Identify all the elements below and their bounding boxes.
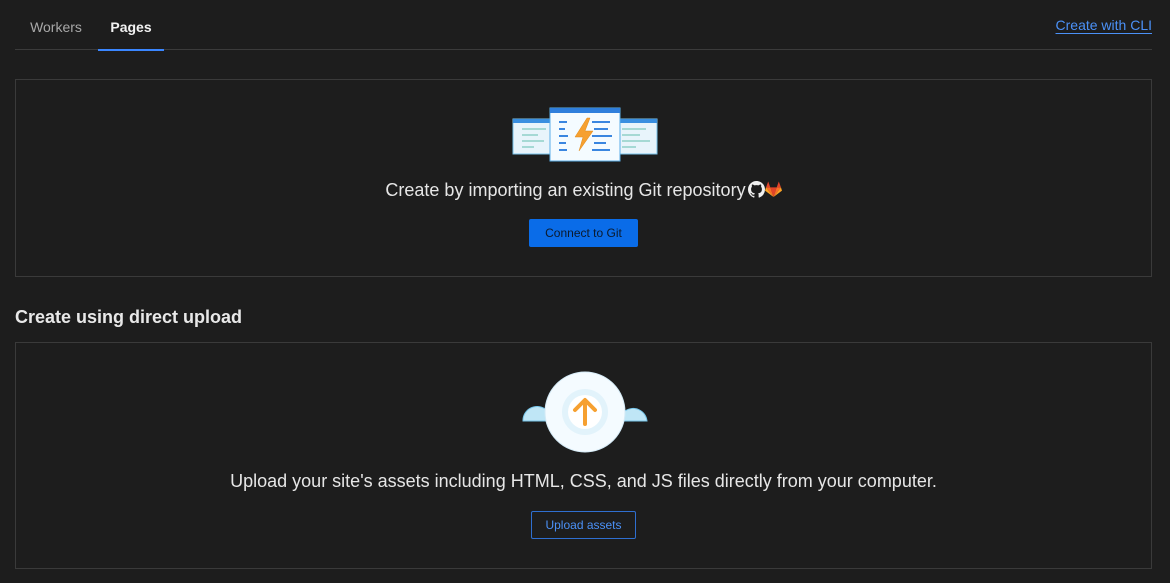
tab-pages[interactable]: Pages <box>98 0 164 51</box>
create-with-cli-link[interactable]: Create with CLI <box>1056 17 1152 33</box>
tab-workers[interactable]: Workers <box>15 0 97 50</box>
github-icon <box>747 181 765 198</box>
git-import-description: Create by importing an existing Git repo… <box>385 180 746 200</box>
direct-upload-title: Create using direct upload <box>15 307 243 327</box>
direct-upload-description: Upload your site's assets including HTML… <box>230 471 937 491</box>
git-import-illustration <box>512 107 658 162</box>
git-import-card: Create by importing an existing Git repo… <box>15 79 1152 277</box>
gitlab-icon <box>764 181 782 197</box>
direct-upload-card: Upload your site's assets including HTML… <box>15 342 1152 569</box>
connect-to-git-button[interactable]: Connect to Git <box>529 219 638 247</box>
upload-assets-button[interactable]: Upload assets <box>531 511 636 539</box>
tab-bar: Workers Pages Create with CLI <box>15 0 1152 51</box>
git-import-text: Create by importing an existing Git repo… <box>16 180 1151 203</box>
cloud-upload-illustration <box>522 371 648 453</box>
